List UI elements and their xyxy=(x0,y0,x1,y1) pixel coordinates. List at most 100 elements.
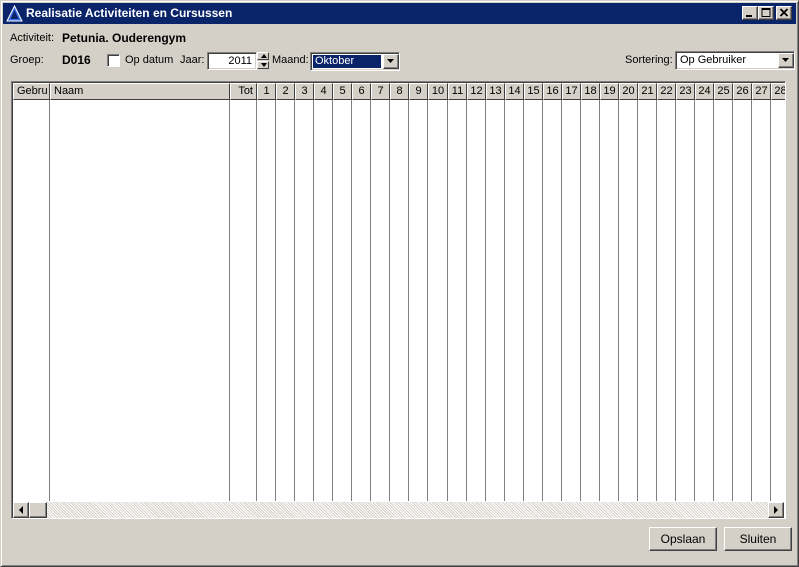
column-divider xyxy=(523,100,524,501)
scroll-left-button[interactable] xyxy=(13,502,29,518)
column-divider xyxy=(770,100,771,501)
col-header-day[interactable]: 28 xyxy=(771,83,785,100)
column-divider xyxy=(370,100,371,501)
column-divider xyxy=(618,100,619,501)
save-button[interactable]: Opslaan xyxy=(649,527,717,551)
col-header-day[interactable]: 15 xyxy=(524,83,543,100)
group-value: D016 xyxy=(62,53,91,67)
activity-value: Petunia. Ouderengym xyxy=(62,31,187,45)
arrow-left-icon xyxy=(19,506,23,514)
col-header-day[interactable]: 8 xyxy=(390,83,409,100)
column-divider xyxy=(561,100,562,501)
sort-select[interactable]: Op Gebruiker xyxy=(675,51,795,70)
column-divider xyxy=(732,100,733,501)
col-header-day[interactable]: 9 xyxy=(409,83,428,100)
minimize-button[interactable] xyxy=(742,6,758,20)
column-divider xyxy=(351,100,352,501)
column-divider xyxy=(427,100,428,501)
col-header-day[interactable]: 21 xyxy=(638,83,657,100)
column-divider xyxy=(580,100,581,501)
scroll-thumb[interactable] xyxy=(29,502,47,518)
column-divider xyxy=(313,100,314,501)
col-header-day[interactable]: 1 xyxy=(257,83,276,100)
close-button[interactable] xyxy=(776,6,792,20)
col-header-user[interactable]: Gebru xyxy=(13,83,50,100)
col-header-day[interactable]: 26 xyxy=(733,83,752,100)
window-title: Realisatie Activiteiten en Cursussen xyxy=(26,6,233,20)
column-divider xyxy=(466,100,467,501)
year-input[interactable]: 2011 xyxy=(207,52,257,70)
col-header-total[interactable]: Tot xyxy=(230,83,257,100)
column-divider xyxy=(713,100,714,501)
column-divider xyxy=(542,100,543,501)
maximize-button[interactable] xyxy=(758,6,774,20)
col-header-name[interactable]: Naam xyxy=(50,83,230,100)
col-header-day[interactable]: 5 xyxy=(333,83,352,100)
col-header-day[interactable]: 24 xyxy=(695,83,714,100)
spin-up-icon xyxy=(261,54,267,58)
main-window: Realisatie Activiteiten en Cursussen Act… xyxy=(0,0,799,567)
spin-down-icon xyxy=(261,63,267,67)
column-divider xyxy=(447,100,448,501)
scroll-right-button[interactable] xyxy=(768,502,784,518)
col-header-day[interactable]: 20 xyxy=(619,83,638,100)
sort-value: Op Gebruiker xyxy=(680,54,747,66)
col-header-day[interactable]: 18 xyxy=(581,83,600,100)
sort-label: Sortering: xyxy=(625,54,673,66)
col-header-day[interactable]: 27 xyxy=(752,83,771,100)
column-divider xyxy=(485,100,486,501)
column-divider xyxy=(599,100,600,501)
column-divider xyxy=(656,100,657,501)
horizontal-scrollbar[interactable] xyxy=(13,502,784,518)
col-header-day[interactable]: 3 xyxy=(295,83,314,100)
col-header-day[interactable]: 22 xyxy=(657,83,676,100)
col-header-day[interactable]: 11 xyxy=(448,83,467,100)
col-header-day[interactable]: 6 xyxy=(352,83,371,100)
year-value: 2011 xyxy=(228,55,252,67)
sort-dropdown-button[interactable] xyxy=(778,53,794,68)
col-header-day[interactable]: 2 xyxy=(276,83,295,100)
col-header-day[interactable]: 25 xyxy=(714,83,733,100)
col-header-day[interactable]: 23 xyxy=(676,83,695,100)
title-bar[interactable]: Realisatie Activiteiten en Cursussen xyxy=(3,3,796,24)
column-divider xyxy=(275,100,276,501)
arrow-right-icon xyxy=(774,506,778,514)
minimize-icon xyxy=(746,15,752,17)
year-label: Jaar: xyxy=(180,54,205,66)
close-dialog-button[interactable]: Sluiten xyxy=(724,527,792,551)
column-divider xyxy=(332,100,333,501)
grid-header-row: Gebru Naam Tot 1 2 3 4 5 6 7 8 9 10 11 12 13 14 15 16 17 18 1… xyxy=(13,83,785,100)
column-divider xyxy=(294,100,295,501)
column-divider xyxy=(389,100,390,501)
month-label: Maand: xyxy=(272,54,309,66)
year-spin-up[interactable] xyxy=(257,52,269,60)
activity-label: Activiteit: xyxy=(10,32,55,44)
col-header-day[interactable]: 16 xyxy=(543,83,562,100)
close-icon xyxy=(779,8,789,17)
year-spin-down[interactable] xyxy=(257,61,269,69)
column-divider xyxy=(694,100,695,501)
column-divider xyxy=(256,100,257,501)
month-dropdown-button[interactable] xyxy=(383,54,399,69)
maximize-icon xyxy=(761,8,771,17)
column-divider xyxy=(675,100,676,501)
col-header-day[interactable]: 7 xyxy=(371,83,390,100)
column-divider xyxy=(408,100,409,501)
by-date-checkbox[interactable] xyxy=(107,54,120,67)
col-header-day[interactable]: 19 xyxy=(600,83,619,100)
attendance-grid[interactable]: Gebru Naam Tot 1 2 3 4 5 6 7 8 9 10 11 12 13 14 15 16 17 18 1… xyxy=(11,81,786,519)
chevron-down-icon xyxy=(387,59,394,63)
triangle-logo-icon xyxy=(6,4,23,22)
month-value: Oktober xyxy=(315,55,355,67)
month-select[interactable]: Oktober xyxy=(310,52,400,71)
col-header-day[interactable]: 14 xyxy=(505,83,524,100)
col-header-day[interactable]: 12 xyxy=(467,83,486,100)
by-date-label[interactable]: Op datum xyxy=(125,54,173,66)
col-header-day[interactable]: 4 xyxy=(314,83,333,100)
chevron-down-icon xyxy=(782,58,789,62)
col-header-day[interactable]: 13 xyxy=(486,83,505,100)
col-header-day[interactable]: 10 xyxy=(428,83,448,100)
column-divider xyxy=(504,100,505,501)
column-divider xyxy=(637,100,638,501)
col-header-day[interactable]: 17 xyxy=(562,83,581,100)
